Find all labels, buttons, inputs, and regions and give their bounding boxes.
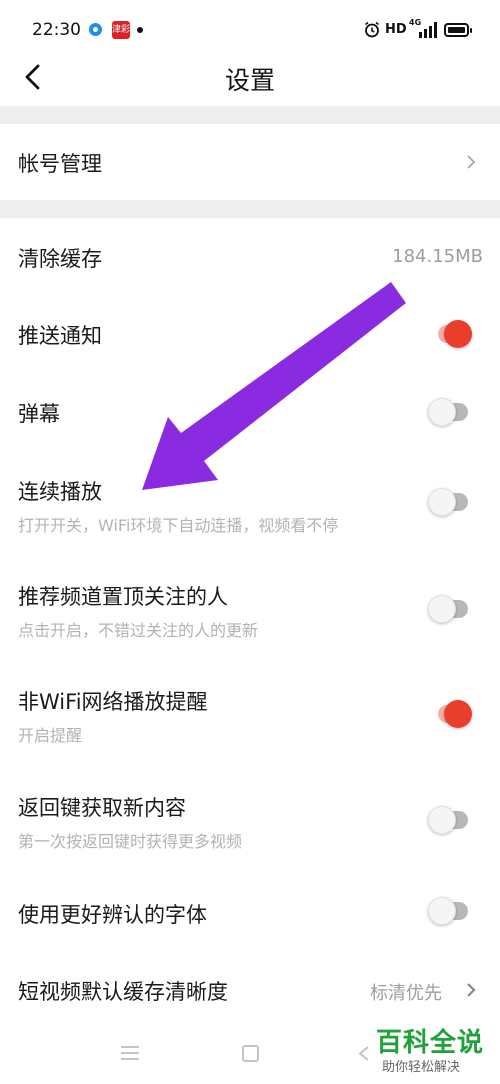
push-notification-toggle[interactable] xyxy=(432,315,472,353)
row-label: 使用更好辨认的字体 xyxy=(18,903,207,927)
page-title: 设置 xyxy=(224,66,275,95)
row-label: 推送通知 xyxy=(18,324,102,348)
title-bar: 设置 xyxy=(0,50,500,106)
back-refresh-toggle[interactable] xyxy=(428,801,470,839)
clear-cache-row[interactable]: 清除缓存 184.15MB xyxy=(0,218,500,296)
back-triangle-icon[interactable] xyxy=(358,1045,370,1062)
row-label: 弹幕 xyxy=(18,402,60,426)
row-label: 短视频默认缓存清晰度 xyxy=(18,980,228,1004)
row-label: 返回键获取新内容 xyxy=(18,796,186,820)
row-description: 打开开关，WiFi环境下自动连播，视频看不停 xyxy=(18,516,339,535)
row-description: 开启提醒 xyxy=(18,726,83,745)
chevron-right-icon xyxy=(467,155,476,169)
notification-dot-icon xyxy=(137,27,143,33)
row-label: 帐号管理 xyxy=(18,152,102,176)
alarm-icon xyxy=(365,21,379,38)
pin-followed-row: 推荐频道置顶关注的人 点击开启，不错过关注的人的更新 xyxy=(0,556,500,660)
row-label: 推荐频道置顶关注的人 xyxy=(18,585,228,609)
toggle-knob xyxy=(428,398,456,426)
section-divider xyxy=(0,106,500,124)
toggle-knob xyxy=(428,806,456,834)
toggle-knob xyxy=(444,700,472,728)
watermark-subtitle: 助你轻松解决 xyxy=(382,1060,461,1075)
danmaku-row: 弹幕 xyxy=(0,374,500,452)
autoplay-row: 连续播放 打开开关，WiFi环境下自动连播，视频看不停 xyxy=(0,452,500,556)
app-red-icon: 津彩 xyxy=(112,21,130,39)
quality-value: 标清优先 xyxy=(370,983,442,1004)
home-square-icon[interactable] xyxy=(242,1045,259,1062)
status-time: 22:30 xyxy=(32,20,81,40)
signal-icon xyxy=(419,22,437,38)
pin-followed-toggle[interactable] xyxy=(428,590,470,628)
non-wifi-reminder-row: 非WiFi网络播放提醒 开启提醒 xyxy=(0,660,500,764)
battery-icon xyxy=(444,23,472,37)
section-divider xyxy=(0,200,500,218)
readable-font-row: 使用更好辨认的字体 xyxy=(0,872,500,952)
row-description: 第一次按返回键时获得更多视频 xyxy=(18,832,243,851)
toggle-knob xyxy=(428,897,456,925)
hd-indicator: HD xyxy=(385,22,407,37)
row-label: 清除缓存 xyxy=(18,247,102,271)
short-video-quality-row[interactable]: 短视频默认缓存清晰度 标清优先 xyxy=(0,952,500,1022)
readable-font-toggle[interactable] xyxy=(428,892,470,930)
account-management-row[interactable]: 帐号管理 xyxy=(0,124,500,200)
row-label: 连续播放 xyxy=(18,480,102,504)
chevron-right-icon xyxy=(467,983,476,997)
autoplay-toggle[interactable] xyxy=(428,483,470,521)
danmaku-toggle[interactable] xyxy=(428,393,470,431)
toggle-knob xyxy=(428,488,456,516)
watermark-title: 百科全说 xyxy=(376,1028,485,1058)
toggle-knob xyxy=(444,320,472,348)
cache-size-value: 184.15MB xyxy=(392,246,483,267)
row-label: 非WiFi网络播放提醒 xyxy=(18,690,208,714)
app-circle-icon xyxy=(89,23,102,36)
row-description: 点击开启，不错过关注的人的更新 xyxy=(18,621,259,640)
non-wifi-reminder-toggle[interactable] xyxy=(432,695,472,733)
menu-icon[interactable] xyxy=(120,1045,140,1061)
watermark-logo: 百科全说 助你轻松解决 xyxy=(370,1022,490,1078)
toggle-knob xyxy=(428,595,456,623)
back-refresh-row: 返回键获取新内容 第一次按返回键时获得更多视频 xyxy=(0,764,500,872)
push-notification-row: 推送通知 xyxy=(0,296,500,374)
